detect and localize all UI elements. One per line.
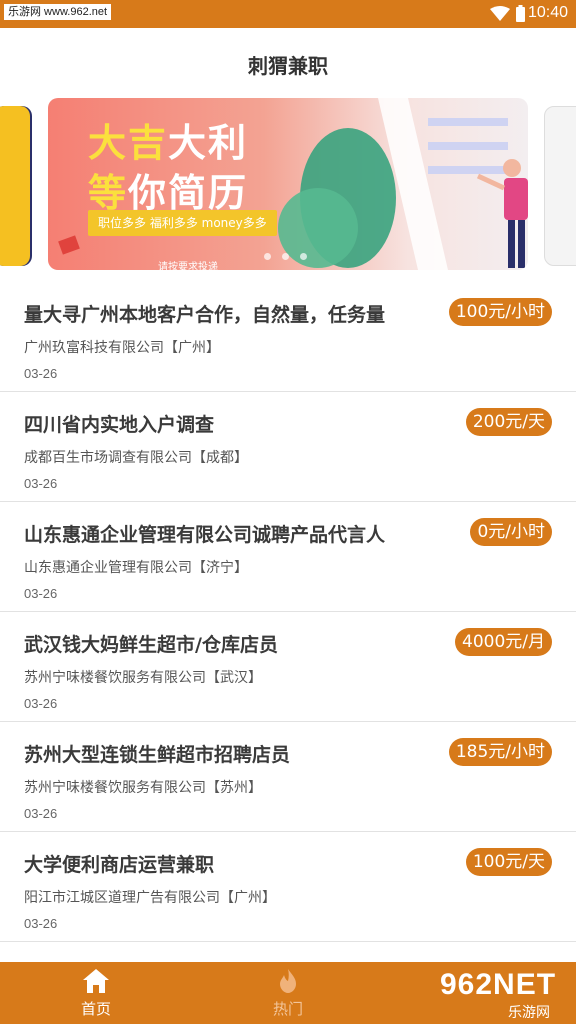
watermark-text: 乐游网 www.962.net xyxy=(4,4,112,20)
job-title: 量大寻广州本地客户合作，自然量，任务量 xyxy=(24,304,386,326)
job-item[interactable]: 量大寻广州本地客户合作，自然量，任务量 100元/小时 广州玖富科技有限公司【广… xyxy=(0,282,576,392)
job-company: 成都百生市场调查有限公司【成都】 xyxy=(24,450,248,466)
job-item[interactable]: 大学便利商店运营兼职 100元/天 阳江市江城区道理广告有限公司【广州】 03-… xyxy=(0,832,576,942)
banner-caption: 请按要求投递 xyxy=(158,262,218,270)
salary-badge: 185元/小时 xyxy=(448,738,552,766)
banner-tagline: 职位多多 福利多多 money多多 xyxy=(88,210,277,236)
job-company: 苏州宁味楼餐饮服务有限公司【武汉】 xyxy=(24,670,262,686)
job-date: 03-26 xyxy=(24,586,58,601)
home-icon xyxy=(83,969,109,993)
clock: 10:40 xyxy=(528,4,569,21)
banner-headline-2: 等你简历 xyxy=(88,171,249,215)
carousel-indicator xyxy=(264,253,314,261)
banner-carousel[interactable]: 大吉大利 等你简历 职位多多 福利多多 money多多 请按要求投递 xyxy=(0,96,576,276)
page-title: 刺猬兼职 xyxy=(248,54,328,78)
job-date: 03-26 xyxy=(24,696,58,711)
app-bar: 刺猬兼职 xyxy=(0,28,576,100)
watermark-logo-subtext: 乐游网 xyxy=(508,1005,550,1021)
next-banner-card[interactable] xyxy=(544,106,576,266)
tab-home-label: 首页 xyxy=(80,1000,111,1018)
job-item[interactable]: 四川省内实地入户调查 200元/天 成都百生市场调查有限公司【成都】 03-26 xyxy=(0,392,576,502)
salary-badge: 0元/小时 xyxy=(470,518,552,546)
job-company: 山东惠通企业管理有限公司【济宁】 xyxy=(24,560,248,576)
job-company: 广州玖富科技有限公司【广州】 xyxy=(24,340,220,356)
flame-icon xyxy=(280,969,296,993)
job-date: 03-26 xyxy=(24,916,58,931)
banner-slide[interactable]: 大吉大利 等你简历 职位多多 福利多多 money多多 请按要求投递 xyxy=(48,98,528,270)
salary-badge: 4000元/月 xyxy=(455,628,552,656)
job-title: 苏州大型连锁生鲜超市招聘店员 xyxy=(24,744,291,766)
tab-hot-label: 热门 xyxy=(272,1000,303,1018)
battery-icon xyxy=(516,5,525,22)
job-company: 苏州宁味楼餐饮服务有限公司【苏州】 xyxy=(24,780,262,796)
job-title: 大学便利商店运营兼职 xyxy=(24,854,215,876)
job-title: 四川省内实地入户调查 xyxy=(24,414,215,436)
job-title: 武汉钱大妈鲜生超市/仓库店员 xyxy=(24,634,278,656)
job-item[interactable]: 苏州大型连锁生鲜超市招聘店员 185元/小时 苏州宁味楼餐饮服务有限公司【苏州】… xyxy=(0,722,576,832)
status-bar: 乐游网 www.962.net 10:40 xyxy=(0,0,576,28)
banner-headline-1: 大吉大利 xyxy=(88,121,249,165)
salary-badge: 100元/小时 xyxy=(448,298,552,326)
tab-home[interactable]: 首页 xyxy=(0,962,192,1024)
job-date: 03-26 xyxy=(24,476,58,491)
job-list: 量大寻广州本地客户合作，自然量，任务量 100元/小时 广州玖富科技有限公司【广… xyxy=(0,282,576,942)
job-title: 山东惠通企业管理有限公司诚聘产品代言人 xyxy=(24,524,386,546)
job-item[interactable]: 武汉钱大妈鲜生超市/仓库店员 4000元/月 苏州宁味楼餐饮服务有限公司【武汉】… xyxy=(0,612,576,722)
job-company: 阳江市江城区道理广告有限公司【广州】 xyxy=(24,890,276,906)
tab-hot[interactable]: 热门 xyxy=(192,962,384,1024)
job-date: 03-26 xyxy=(24,806,58,821)
salary-badge: 100元/天 xyxy=(465,848,552,876)
site-watermark: 962NET 乐游网 xyxy=(430,964,576,1024)
salary-badge: 200元/天 xyxy=(465,408,552,436)
carousel-dot xyxy=(300,253,307,260)
prev-banner-card[interactable] xyxy=(0,106,32,266)
job-date: 03-26 xyxy=(24,366,58,381)
watermark-logo-text: 962NET xyxy=(440,968,557,1001)
carousel-dot xyxy=(264,253,271,260)
carousel-dot xyxy=(282,253,289,260)
wifi-icon xyxy=(490,6,510,21)
job-item[interactable]: 山东惠通企业管理有限公司诚聘产品代言人 0元/小时 山东惠通企业管理有限公司【济… xyxy=(0,502,576,612)
